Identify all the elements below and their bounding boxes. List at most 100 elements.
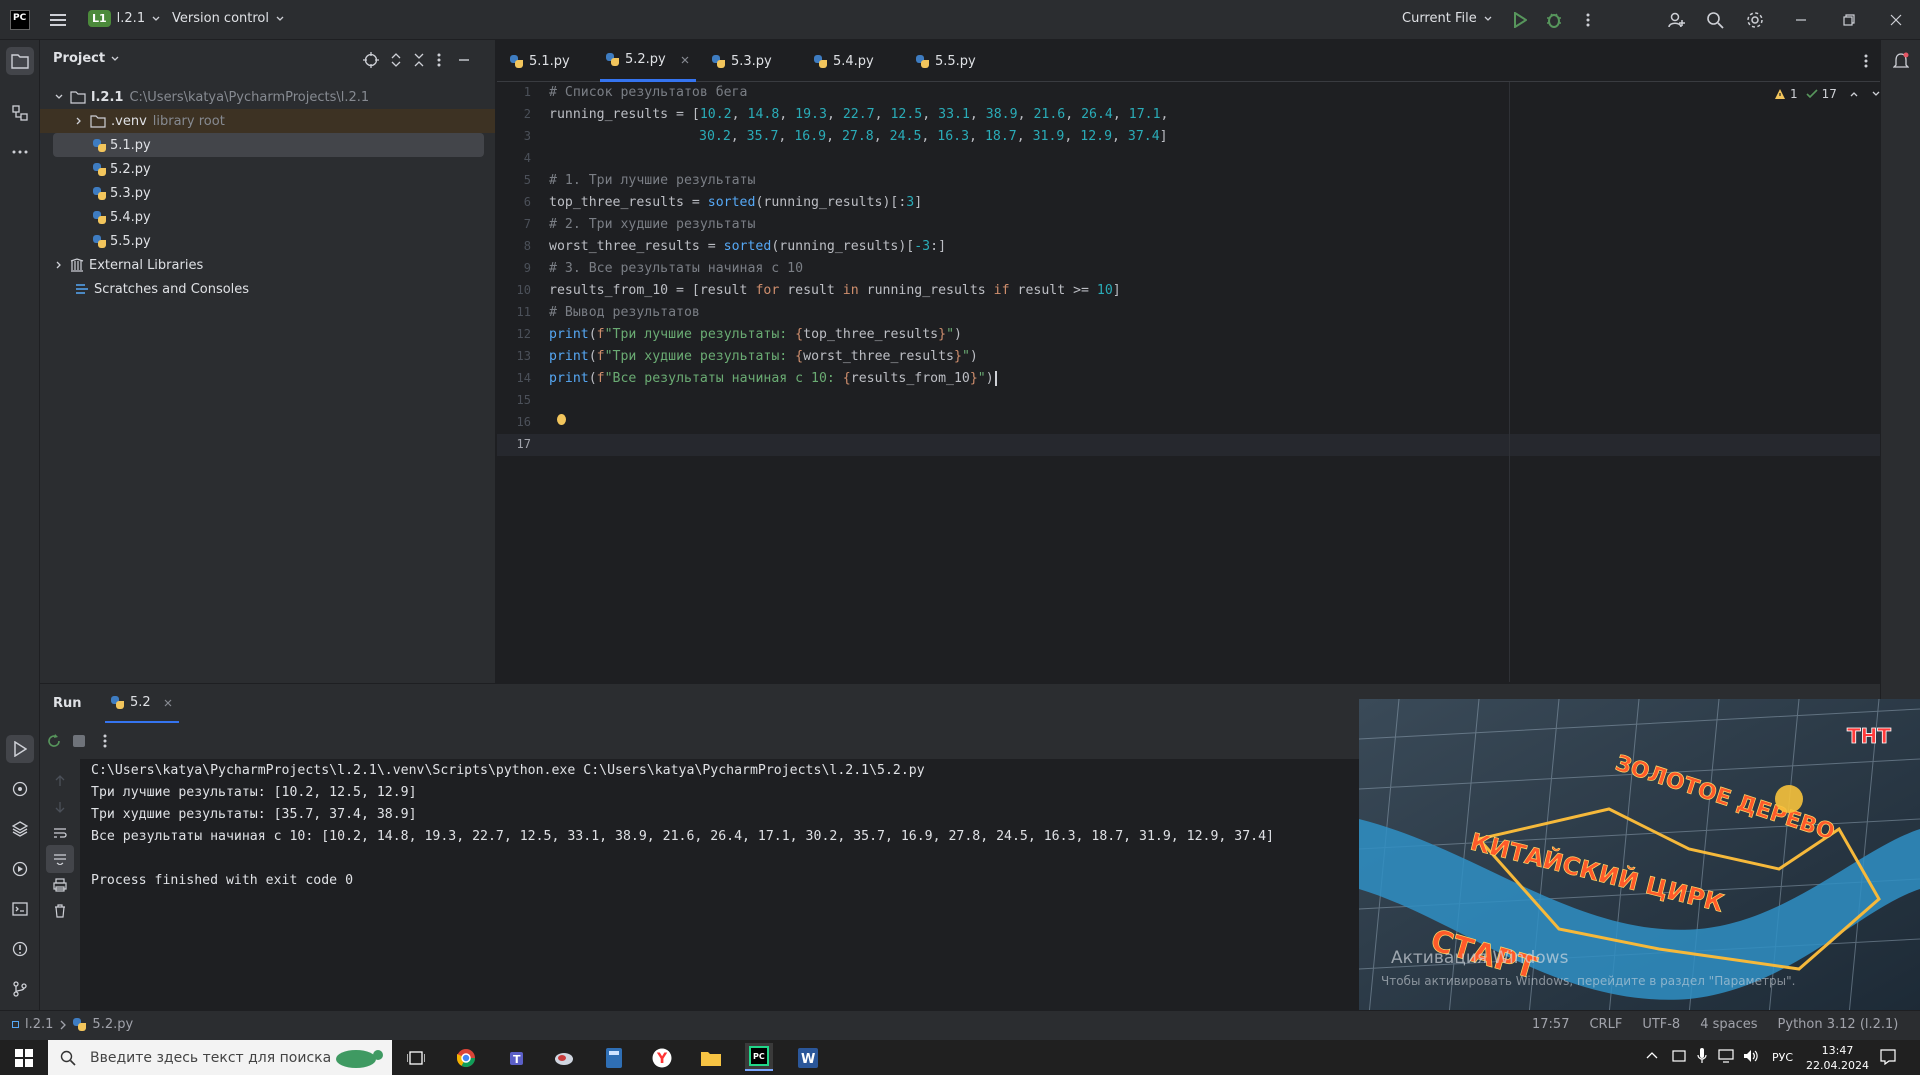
- print-icon[interactable]: [46, 871, 74, 899]
- tab-5-5[interactable]: 5.5.py: [916, 40, 976, 82]
- number-list: 10.2, 14.8, 19.3, 22.7, 12.5, 33.1, 38.9…: [700, 107, 1169, 122]
- notifications-bell-icon[interactable]: [1887, 47, 1915, 75]
- more-tools-icon[interactable]: [6, 138, 34, 166]
- pycharm-taskbar-icon[interactable]: PC: [745, 1043, 773, 1071]
- tree-venv-folder[interactable]: .venv library root: [40, 109, 495, 133]
- file-explorer-icon[interactable]: [697, 1044, 725, 1072]
- code-number: 27.8: [841, 129, 874, 144]
- teams-icon[interactable]: T: [502, 1044, 530, 1072]
- tree-file-5-3[interactable]: 5.3.py: [40, 181, 495, 205]
- tree-file-5-1[interactable]: 5.1.py: [53, 133, 484, 157]
- caret-position[interactable]: 17:57: [1532, 1017, 1569, 1032]
- python-packages-icon[interactable]: [6, 775, 34, 803]
- indent-setting[interactable]: 4 spaces: [1700, 1017, 1757, 1032]
- network-icon[interactable]: [1718, 1049, 1734, 1063]
- main-menu-icon[interactable]: [44, 6, 72, 34]
- project-tool-icon[interactable]: [6, 47, 34, 75]
- more-actions-icon[interactable]: [1574, 6, 1602, 34]
- code-separator: ,: [826, 129, 842, 144]
- version-control-menu[interactable]: Version control: [172, 11, 285, 26]
- code-editor[interactable]: # Список результатов бега running_result…: [549, 82, 1880, 682]
- tree-file-5-4[interactable]: 5.4.py: [40, 205, 495, 229]
- run-config-tab[interactable]: 5.2: [105, 684, 179, 724]
- action-center-icon[interactable]: [1880, 1049, 1896, 1065]
- settings-gear-icon[interactable]: [1741, 6, 1769, 34]
- close-window-icon[interactable]: [1882, 6, 1910, 34]
- console-line: Три лучшие результаты: [10.2, 12.5, 12.9…: [91, 785, 417, 800]
- hide-panel-icon[interactable]: [450, 46, 478, 74]
- microphone-icon[interactable]: [1697, 1048, 1707, 1064]
- layers-icon[interactable]: [6, 815, 34, 843]
- rerun-icon[interactable]: [40, 727, 68, 755]
- terminal-icon[interactable]: [6, 895, 34, 923]
- tab-5-3[interactable]: 5.3.py: [712, 40, 772, 82]
- debug-icon[interactable]: [1540, 6, 1568, 34]
- word-icon[interactable]: W: [794, 1044, 822, 1072]
- volume-icon[interactable]: [1743, 1049, 1759, 1063]
- tab-5-4[interactable]: 5.4.py: [814, 40, 874, 82]
- file-encoding[interactable]: UTF-8: [1642, 1017, 1680, 1032]
- tree-scratches[interactable]: Scratches and Consoles: [40, 277, 495, 301]
- search-icon[interactable]: [1701, 6, 1729, 34]
- tab-options-icon[interactable]: [1852, 47, 1880, 75]
- python-interpreter[interactable]: Python 3.12 (l.2.1): [1778, 1017, 1899, 1032]
- breadcrumb-project[interactable]: l.2.1: [25, 1017, 53, 1032]
- input-language[interactable]: РУС: [1772, 1051, 1793, 1064]
- chevron-right-icon: [76, 117, 81, 125]
- restore-window-icon[interactable]: [1835, 6, 1863, 34]
- tree-file-5-5[interactable]: 5.5.py: [40, 229, 495, 253]
- video-overlay[interactable]: КИТАЙСКИЙ ЦИРК ЗОЛОТОЕ ДЕРЕВО СТАРТ ТНТ …: [1359, 699, 1920, 1015]
- clear-all-trash-icon[interactable]: [46, 897, 74, 925]
- python-file-icon: [73, 1018, 87, 1031]
- tree-file-5-2[interactable]: 5.2.py: [40, 157, 495, 181]
- structure-tool-icon[interactable]: [6, 99, 34, 127]
- tab-5-1[interactable]: 5.1.py: [510, 40, 570, 82]
- breadcrumb-file[interactable]: 5.2.py: [92, 1017, 133, 1032]
- run-tool-icon[interactable]: [6, 735, 34, 763]
- problems-icon[interactable]: [6, 935, 34, 963]
- tree-external-libraries[interactable]: External Libraries: [40, 253, 495, 277]
- locate-file-icon[interactable]: [357, 46, 385, 74]
- run-config-selector[interactable]: Current File: [1402, 11, 1493, 26]
- services-icon[interactable]: [6, 855, 34, 883]
- intention-bulb-icon[interactable]: [557, 414, 566, 425]
- chevron-down-icon[interactable]: [1871, 89, 1881, 99]
- chevron-up-icon[interactable]: [1646, 1050, 1658, 1060]
- soft-wrap-icon[interactable]: [46, 819, 74, 847]
- run-tab-label: Run: [53, 696, 82, 711]
- scroll-down-icon[interactable]: [46, 793, 74, 821]
- code-text: top_three_results: [803, 327, 939, 342]
- tree-file-label: 5.3.py: [110, 185, 151, 201]
- close-tab-icon[interactable]: [163, 698, 173, 708]
- code-with-me-icon[interactable]: [1662, 6, 1690, 34]
- app-icon[interactable]: [550, 1044, 578, 1072]
- clock-time: 13:47: [1821, 1044, 1854, 1057]
- stop-icon[interactable]: [65, 727, 93, 755]
- tree-root-folder[interactable]: l.2.1 C:\Users\katya\PycharmProjects\l.2…: [40, 85, 495, 109]
- tray-app-icon[interactable]: [1672, 1049, 1686, 1063]
- run-icon[interactable]: [1506, 6, 1534, 34]
- tab-5-2[interactable]: 5.2.py: [600, 40, 696, 82]
- yandex-browser-icon[interactable]: Y: [648, 1044, 676, 1072]
- taskbar-search-box[interactable]: Введите здесь текст для поиска: [48, 1040, 392, 1075]
- project-panel-header[interactable]: Project: [53, 51, 120, 66]
- chevron-up-icon[interactable]: [1849, 89, 1859, 99]
- panel-options-icon[interactable]: [425, 46, 453, 74]
- windows-start-icon[interactable]: [10, 1044, 38, 1072]
- python-file-icon: [916, 54, 929, 68]
- chrome-icon[interactable]: [452, 1044, 480, 1072]
- inspection-widget[interactable]: 1 17: [1774, 87, 1881, 101]
- minimize-window-icon[interactable]: [1787, 6, 1815, 34]
- task-view-icon[interactable]: [402, 1044, 430, 1072]
- git-icon[interactable]: [6, 975, 34, 1003]
- run-options-icon[interactable]: [91, 727, 119, 755]
- scroll-up-icon[interactable]: [46, 767, 74, 795]
- run-tab[interactable]: Run: [53, 696, 82, 711]
- close-tab-icon[interactable]: [680, 55, 690, 65]
- line-separator[interactable]: CRLF: [1589, 1017, 1622, 1032]
- taskbar-clock[interactable]: 13:47 22.04.2024: [1806, 1043, 1869, 1073]
- project-switcher[interactable]: L1 l.2.1: [88, 10, 161, 27]
- chevron-right-icon: [60, 1020, 67, 1029]
- calculator-icon[interactable]: [600, 1044, 628, 1072]
- scroll-to-end-icon[interactable]: [46, 845, 74, 873]
